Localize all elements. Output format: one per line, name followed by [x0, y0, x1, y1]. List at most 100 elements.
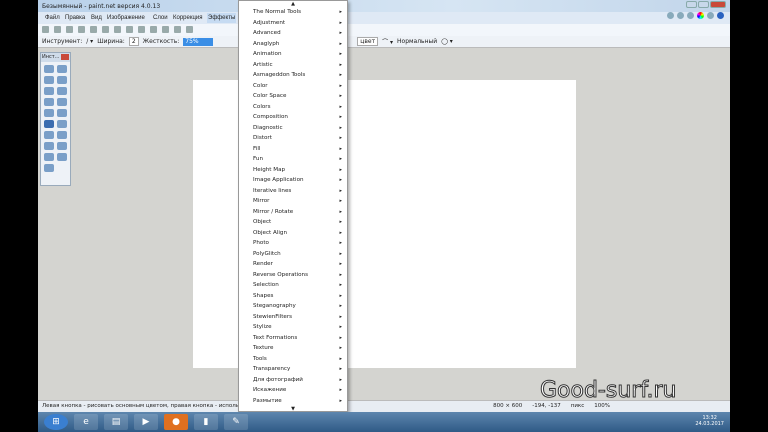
menu-item[interactable]: StewienFilters ▸ — [239, 312, 347, 323]
menu-item[interactable]: Selection ▸ — [239, 280, 347, 291]
alpha-icon[interactable]: ◯ ▾ — [441, 38, 453, 45]
grid-icon[interactable] — [174, 26, 181, 33]
recolor-icon[interactable] — [57, 142, 67, 150]
pan-icon[interactable] — [57, 98, 67, 106]
open-icon[interactable] — [54, 26, 61, 33]
width-field[interactable]: 2 — [128, 37, 139, 46]
zoom-select[interactable]: 100% — [594, 403, 610, 409]
menu-item[interactable]: Image Application ▸ — [239, 175, 347, 186]
minimize-button[interactable] — [686, 1, 697, 8]
clock[interactable]: 13:32 24.03.2017 — [695, 415, 724, 427]
ruler-icon[interactable] — [186, 26, 193, 33]
maximize-button[interactable] — [698, 1, 709, 8]
menu-item[interactable]: Искажение ▸ — [239, 385, 347, 396]
menu-item[interactable]: Color Space ▸ — [239, 91, 347, 102]
tools-close-button[interactable] — [61, 54, 69, 60]
magic-wand-icon[interactable] — [44, 98, 54, 106]
menu-item[interactable]: PolyGlitch ▸ — [239, 249, 347, 260]
ie-icon[interactable]: e — [74, 414, 98, 430]
line-icon[interactable] — [57, 153, 67, 161]
menu-item[interactable]: Mirror / Rotate ▸ — [239, 207, 347, 218]
menu-view[interactable]: Вид — [91, 15, 102, 21]
paint-net-taskbar-icon[interactable]: ✎ — [224, 414, 248, 430]
menu-layers[interactable]: Слои — [153, 15, 168, 21]
menu-edit[interactable]: Правка — [65, 15, 85, 21]
fill-select[interactable]: цвет — [357, 37, 379, 46]
paste-icon[interactable] — [114, 26, 121, 33]
menu-item[interactable]: Shapes ▸ — [239, 291, 347, 302]
menu-item[interactable]: Animation ▸ — [239, 49, 347, 60]
hardness-slider[interactable]: 75% — [183, 37, 214, 46]
menu-adjustments[interactable]: Коррекция — [173, 15, 203, 21]
start-button[interactable]: ⊞ — [44, 414, 68, 430]
menu-item[interactable]: Transparency ▸ — [239, 364, 347, 375]
eraser-icon[interactable] — [57, 120, 67, 128]
menu-item[interactable]: Asmageddon Tools ▸ — [239, 70, 347, 81]
menu-item[interactable]: Text Formations ▸ — [239, 333, 347, 344]
zoom-icon[interactable] — [57, 87, 67, 95]
menu-item[interactable]: Distort ▸ — [239, 133, 347, 144]
brush-icon[interactable]: / ▾ — [86, 38, 93, 45]
menu-item[interactable]: Stylize ▸ — [239, 322, 347, 333]
menu-item[interactable]: Texture ▸ — [239, 343, 347, 354]
menu-item[interactable]: The Normal Tools ▸ — [239, 7, 347, 18]
lasso-icon[interactable] — [44, 76, 54, 84]
ellipse-select-icon[interactable] — [44, 87, 54, 95]
text-icon[interactable] — [44, 153, 54, 161]
tools-window-icon[interactable] — [667, 12, 674, 19]
cut-icon[interactable] — [90, 26, 97, 33]
menu-item[interactable]: Для фотографий ▸ — [239, 375, 347, 386]
menu-item[interactable]: Mirror ▸ — [239, 196, 347, 207]
pencil-icon[interactable] — [44, 131, 54, 139]
colors-icon[interactable] — [697, 12, 704, 19]
menu-item[interactable]: Object Align ▸ — [239, 228, 347, 239]
menu-item[interactable]: Height Map ▸ — [239, 165, 347, 176]
menu-item[interactable]: Iterative lines ▸ — [239, 186, 347, 197]
menu-item[interactable]: Render ▸ — [239, 259, 347, 270]
menu-item[interactable]: Diagnostic ▸ — [239, 123, 347, 134]
units-select[interactable]: пикс — [571, 403, 585, 409]
move-icon[interactable] — [57, 65, 67, 73]
menu-item[interactable]: Reverse Operations ▸ — [239, 270, 347, 281]
color-picker-icon[interactable] — [57, 131, 67, 139]
media-player-icon[interactable]: ▶ — [134, 414, 158, 430]
save-icon[interactable] — [66, 26, 73, 33]
menu-item[interactable]: Tools ▸ — [239, 354, 347, 365]
menu-item[interactable]: Composition ▸ — [239, 112, 347, 123]
shapes-icon[interactable] — [44, 164, 54, 172]
redo-icon[interactable] — [162, 26, 169, 33]
undo-icon[interactable] — [150, 26, 157, 33]
menu-file[interactable]: Файл — [45, 15, 60, 21]
menu-item[interactable]: Размытие ▸ — [239, 396, 347, 407]
move-selection-icon[interactable] — [57, 76, 67, 84]
close-button[interactable] — [710, 1, 726, 8]
menu-item[interactable]: Anaglyph ▸ — [239, 39, 347, 50]
layers-icon[interactable] — [687, 12, 694, 19]
menu-item[interactable]: Steganography ▸ — [239, 301, 347, 312]
paintbrush-icon[interactable] — [44, 120, 54, 128]
explorer-icon[interactable]: ▤ — [104, 414, 128, 430]
rect-select-icon[interactable] — [44, 65, 54, 73]
print-icon[interactable] — [78, 26, 85, 33]
menu-item[interactable]: Fill ▸ — [239, 144, 347, 155]
settings-icon[interactable] — [707, 12, 714, 19]
menu-item[interactable]: Colors ▸ — [239, 102, 347, 113]
menu-item[interactable]: Object ▸ — [239, 217, 347, 228]
history-icon[interactable] — [677, 12, 684, 19]
firefox-icon[interactable]: ● — [164, 414, 188, 430]
menu-item[interactable]: Color ▸ — [239, 81, 347, 92]
menu-item[interactable]: Fun ▸ — [239, 154, 347, 165]
copy-icon[interactable] — [102, 26, 109, 33]
antialias-icon[interactable]: ⌒ ▾ — [382, 37, 393, 46]
help-icon[interactable] — [717, 12, 724, 19]
menu-item[interactable]: Photo ▸ — [239, 238, 347, 249]
gradient-icon[interactable] — [57, 109, 67, 117]
bucket-icon[interactable] — [44, 109, 54, 117]
powerpoint-icon[interactable]: ▮ — [194, 414, 218, 430]
menu-item[interactable]: Advanced ▸ — [239, 28, 347, 39]
new-icon[interactable] — [42, 26, 49, 33]
menu-item[interactable]: Adjustment ▸ — [239, 18, 347, 29]
crop-icon[interactable] — [126, 26, 133, 33]
blend-mode-select[interactable]: Нормальный — [397, 38, 437, 45]
clone-stamp-icon[interactable] — [44, 142, 54, 150]
